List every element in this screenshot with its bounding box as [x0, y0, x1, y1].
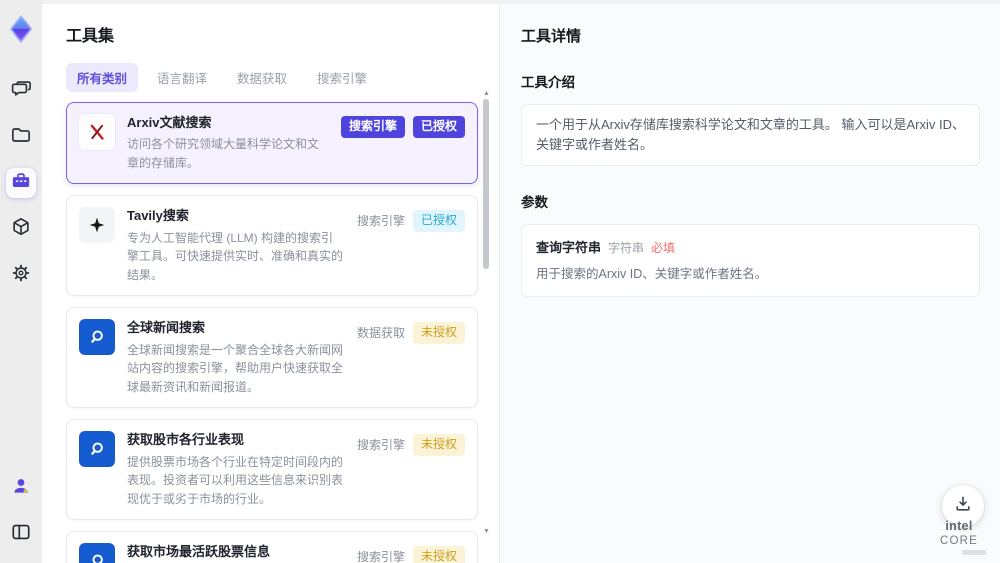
logo-diamond-icon [3, 10, 39, 48]
category-label: 数据获取 [356, 326, 405, 341]
page-title: 工具集 [66, 28, 115, 45]
tool-card-tavily[interactable]: Tavily搜索 专为人工智能代理 (LLM) 构建的搜索引擎工具。可快速提供实… [66, 195, 478, 297]
tool-card-global-news[interactable]: 全球新闻搜索 全球新闻搜索是一个聚合全球各大新闻网站内容的搜索引擎，帮助用户快速… [66, 307, 478, 409]
category-badge: 搜索引擎 [340, 116, 405, 138]
tool-card-arxiv[interactable]: Arxiv文献搜索 访问各个研究领域大量科学论文和文章的存储库。 搜索引擎 已授… [66, 102, 478, 185]
download-icon [953, 494, 973, 519]
intro-heading: 工具介绍 [521, 75, 575, 90]
category-label: 搜索引擎 [356, 438, 405, 453]
sidebar-item-packages[interactable] [6, 214, 36, 244]
param-description: 用于搜索的Arxiv ID、关键字或作者姓名。 [536, 267, 768, 282]
sidebar-item-settings[interactable] [6, 260, 36, 290]
tool-card-most-active-stocks[interactable]: 获取市场最活跃股票信息 提供当天交易量最高的股票列表。投资者可以利用这些信息来识… [66, 531, 478, 563]
sidebar-item-panel-toggle[interactable] [6, 519, 36, 549]
scroll-up-arrow[interactable]: ▲ [483, 90, 490, 97]
sidebar-item-tools[interactable] [6, 168, 36, 198]
category-label: 搜索引擎 [356, 550, 405, 563]
star-icon [79, 207, 115, 244]
toolbox-icon [9, 169, 33, 198]
folder-icon [9, 123, 33, 152]
news-search-icon [79, 431, 115, 468]
tool-name: 获取股市各行业表现 [127, 432, 245, 448]
tool-name: Tavily搜索 [127, 208, 189, 224]
sidebar-item-account[interactable] [6, 473, 36, 503]
sidebar-item-chat[interactable] [6, 76, 36, 106]
brand-badge-bar [962, 550, 986, 555]
window-top-edge [42, 0, 1000, 4]
panel-layout-icon [9, 520, 33, 549]
scrollbar-thumb[interactable] [483, 99, 489, 269]
tab-all-categories[interactable]: 所有类别 [66, 63, 139, 92]
params-heading: 参数 [521, 195, 548, 211]
auth-status-badge: 已授权 [412, 116, 465, 138]
tool-list-panel: 工具集 所有类别 语言翻译 数据获取 搜索引擎 Arxiv文献搜索 访问各个研究… [42, 0, 500, 563]
tool-name: Arxiv文献搜索 [127, 115, 212, 130]
sidebar-item-files[interactable] [6, 122, 36, 152]
category-tabs: 所有类别 语言翻译 数据获取 搜索引擎 [66, 63, 499, 92]
scroll-down-arrow[interactable]: ▼ [483, 528, 490, 535]
tool-description: 提供股票市场各个行业在特定时间段内的表现。投资者可以利用这些信息来识别表现优于或… [127, 454, 344, 506]
tab-search-engine[interactable]: 搜索引擎 [306, 63, 378, 92]
news-search-icon [79, 319, 115, 356]
param-type: 字符串 [608, 241, 645, 256]
detail-title: 工具详情 [521, 28, 582, 45]
tool-card-sector-performance[interactable]: 获取股市各行业表现 提供股票市场各个行业在特定时间段内的表现。投资者可以利用这些… [66, 419, 478, 521]
brand-intel: intel [945, 519, 973, 533]
tab-language-translation[interactable]: 语言翻译 [146, 63, 218, 92]
settings-icon [9, 261, 33, 290]
tool-detail-panel: 工具详情 工具介绍 一个用于从Arxiv存储库搜索科学论文和文章的工具。 输入可… [501, 0, 1000, 563]
chat-icon [9, 77, 33, 106]
intel-core-logo: intel core [930, 519, 988, 555]
icon-rail [0, 0, 42, 563]
auth-status-badge: 未授权 [412, 434, 465, 456]
auth-status-badge: 未授权 [412, 545, 465, 563]
tab-data-fetch[interactable]: 数据获取 [226, 63, 298, 92]
arxiv-logo-icon [79, 114, 115, 150]
tool-name: 获取市场最活跃股票信息 [127, 544, 271, 560]
news-search-icon [79, 543, 115, 563]
scrollbar[interactable]: ▲ ▼ [482, 90, 490, 553]
brand-core: core [939, 535, 979, 547]
auth-status-badge: 未授权 [412, 322, 465, 344]
tool-list: Arxiv文献搜索 访问各个研究领域大量科学论文和文章的存储库。 搜索引擎 已授… [66, 102, 478, 563]
category-label: 搜索引擎 [356, 214, 405, 229]
tool-name: 全球新闻搜索 [127, 320, 206, 336]
tool-intro-text: 一个用于从Arxiv存储库搜索科学论文和文章的工具。 输入可以是Arxiv ID… [521, 104, 980, 167]
tool-description: 专为人工智能代理 (LLM) 构建的搜索引擎工具。可快速提供实时、准确和真实的结… [127, 230, 344, 282]
param-name: 查询字符串 [536, 240, 602, 256]
user-icon [10, 475, 32, 502]
cube-icon [9, 215, 33, 244]
tool-description: 全球新闻搜索是一个聚合全球各大新闻网站内容的搜索引擎，帮助用户快速获取全球最新资… [127, 342, 344, 394]
auth-status-badge: 已授权 [412, 210, 465, 232]
tool-description: 访问各个研究领域大量科学论文和文章的存储库。 [127, 137, 320, 170]
param-required-flag: 必填 [651, 241, 676, 256]
param-item: 查询字符串 字符串 必填 用于搜索的Arxiv ID、关键字或作者姓名。 [521, 224, 980, 298]
